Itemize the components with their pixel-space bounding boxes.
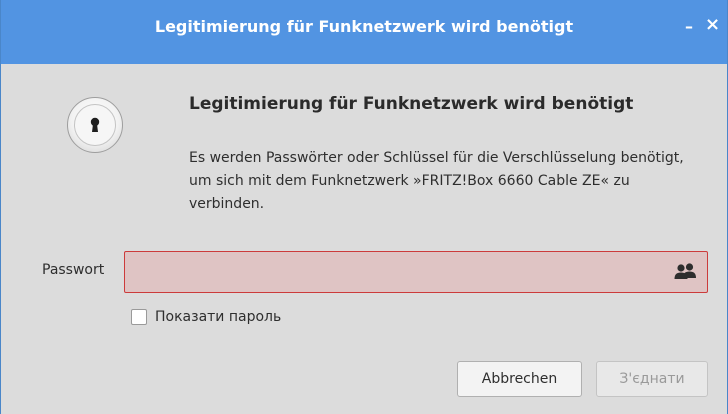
lock-icon — [67, 97, 123, 153]
close-button[interactable]: × — [705, 14, 720, 36]
title-bar[interactable]: Legitimierung für Funknetzwerk wird benö… — [1, 0, 727, 64]
dialog-heading: Legitimierung für Funknetzwerk wird benö… — [189, 94, 634, 114]
password-label: Passwort — [42, 262, 105, 278]
window-title: Legitimierung für Funknetzwerk wird benö… — [154, 17, 574, 36]
dialog-description: Es werden Passwörter oder Schlüssel für … — [189, 150, 684, 212]
cancel-button[interactable]: Abbrechen — [457, 361, 582, 397]
minimize-button[interactable]: – — [685, 16, 693, 38]
password-input[interactable] — [125, 252, 681, 292]
connect-button[interactable]: З'єднати — [596, 361, 708, 397]
show-password-label[interactable]: Показати пароль — [155, 309, 281, 325]
users-icon[interactable] — [673, 262, 697, 282]
password-field-container — [124, 251, 708, 293]
show-password-checkbox[interactable] — [131, 309, 147, 325]
auth-dialog-window: Legitimierung für Funknetzwerk wird benö… — [0, 0, 728, 414]
